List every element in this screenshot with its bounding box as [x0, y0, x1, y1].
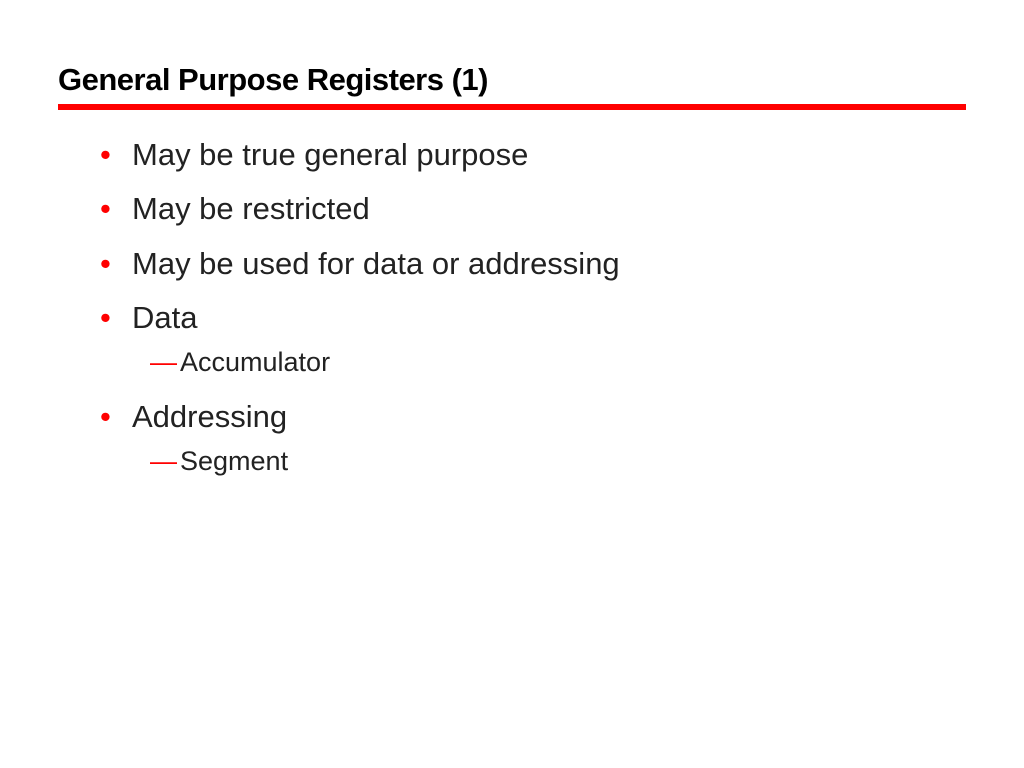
bullet-item: May be restricted: [100, 182, 966, 236]
sub-bullet-text: Accumulator: [180, 347, 330, 377]
bullet-text: May be true general purpose: [132, 137, 528, 172]
bullet-text: May be restricted: [132, 191, 370, 226]
slide: General Purpose Registers (1) May be tru…: [0, 0, 1024, 530]
bullet-item: Data Accumulator: [100, 291, 966, 384]
sub-bullet-item: Segment: [150, 440, 966, 483]
bullet-text: May be used for data or addressing: [132, 246, 620, 281]
bullet-text: Addressing: [132, 399, 287, 434]
sub-bullet-item: Accumulator: [150, 341, 966, 384]
bullet-item: May be used for data or addressing: [100, 237, 966, 291]
slide-title: General Purpose Registers (1): [58, 62, 966, 104]
sub-bullet-list: Accumulator: [132, 341, 966, 384]
bullet-list: May be true general purpose May be restr…: [100, 128, 966, 484]
sub-bullet-text: Segment: [180, 446, 288, 476]
bullet-text: Data: [132, 300, 197, 335]
slide-content: May be true general purpose May be restr…: [58, 128, 966, 484]
bullet-item: Addressing Segment: [100, 390, 966, 483]
bullet-item: May be true general purpose: [100, 128, 966, 182]
sub-bullet-list: Segment: [132, 440, 966, 483]
title-rule: [58, 104, 966, 110]
